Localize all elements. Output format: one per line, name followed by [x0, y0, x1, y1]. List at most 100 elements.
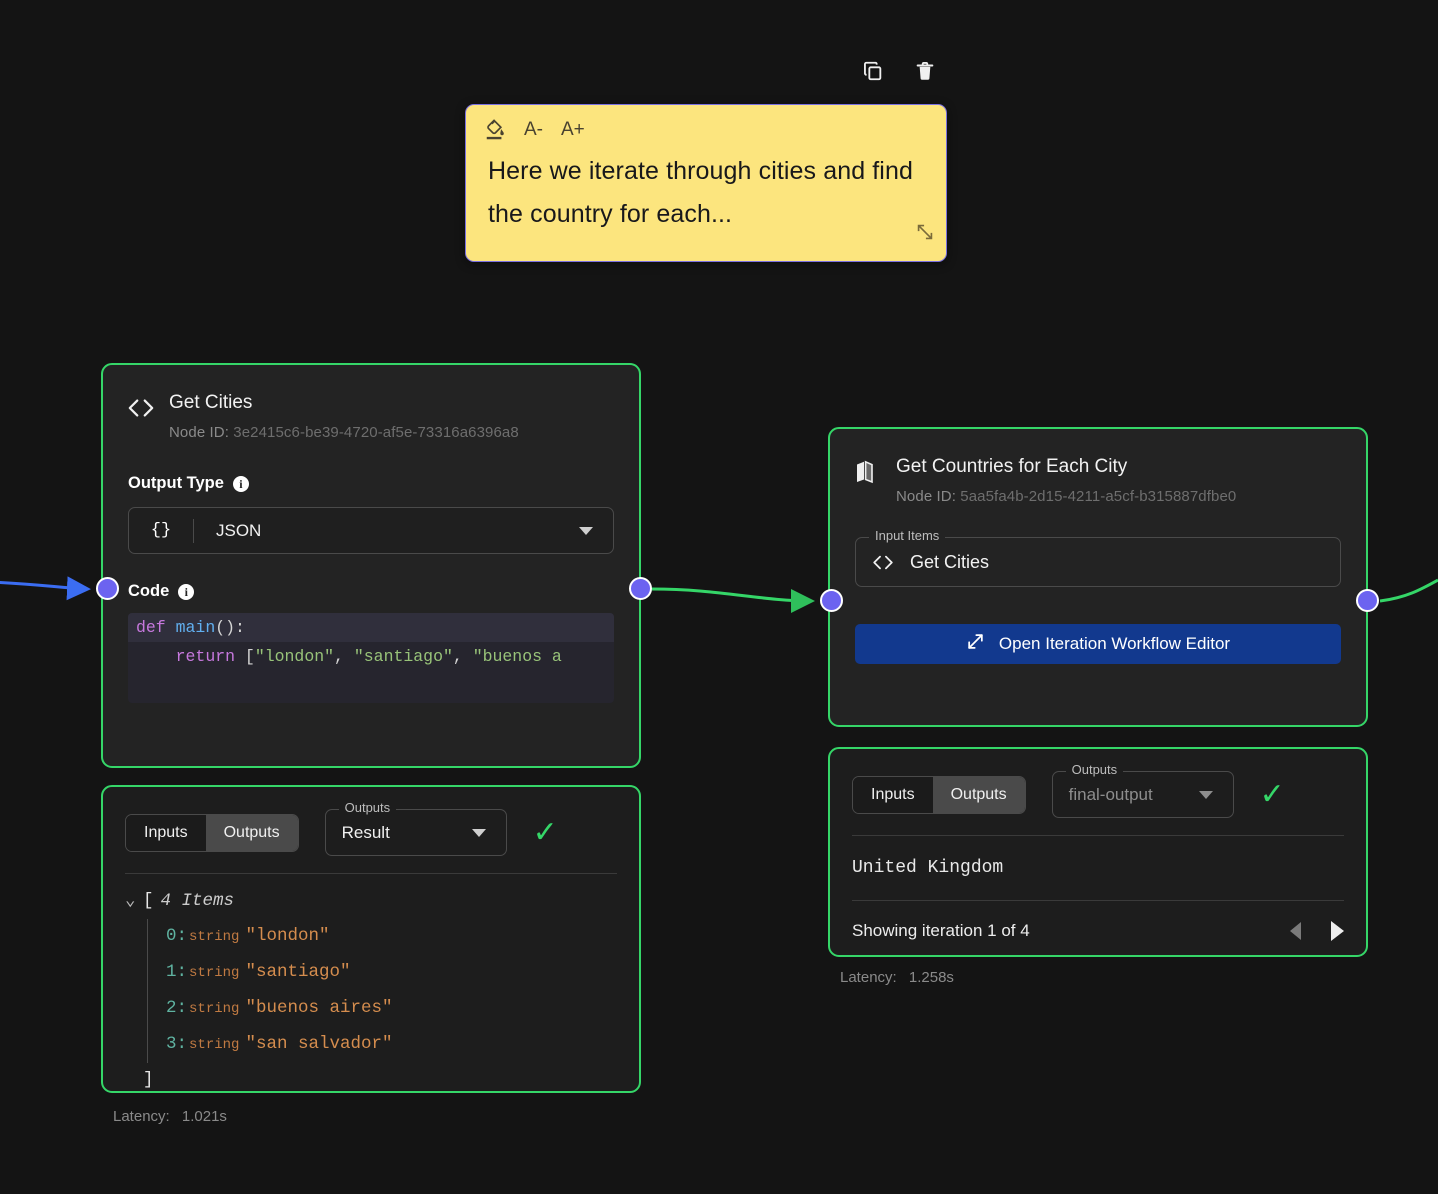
trash-icon	[916, 62, 934, 80]
copy-icon	[864, 61, 882, 81]
output-type-label: Output Type i	[128, 474, 614, 493]
json-row: 0: string "london"	[166, 919, 392, 955]
node-get-countries-output-handle[interactable]	[1356, 589, 1379, 612]
delete-button[interactable]	[912, 58, 938, 84]
json-row: 1: string "santiago"	[166, 955, 392, 991]
paint-bucket-icon	[486, 119, 504, 140]
outputs-selector[interactable]: final-output	[1051, 771, 1234, 818]
latency-get-countries: Latency: 1.258s	[840, 969, 954, 986]
sticky-note-resize-handle[interactable]	[914, 221, 936, 243]
node-id-value: 3e2415c6-be39-4720-af5e-73316a6396a8	[233, 424, 519, 441]
json-close-bracket: ]	[143, 1070, 154, 1090]
output-type-value: JSON	[216, 520, 262, 540]
node-get-countries-input-handle[interactable]	[820, 589, 843, 612]
font-decrease-button[interactable]: A-	[524, 119, 543, 141]
json-type: string	[189, 929, 240, 945]
json-index: 1:	[166, 962, 188, 982]
check-icon: ✓	[532, 815, 558, 849]
info-icon[interactable]: i	[178, 583, 195, 600]
previous-iteration-button[interactable]	[1290, 922, 1301, 940]
copy-button[interactable]	[860, 58, 886, 84]
json-index: 2:	[166, 998, 188, 1018]
result-panel-get-cities[interactable]: Inputs Outputs Outputs Result ✓ ⌄ [ 4 It…	[101, 785, 641, 1093]
open-iteration-workflow-editor-button[interactable]: Open Iteration Workflow Editor	[855, 624, 1341, 664]
input-items-legend: Input Items	[869, 528, 946, 543]
outputs-selector[interactable]: Result	[324, 809, 507, 856]
json-index: 3:	[166, 1034, 188, 1054]
outputs-selector-legend: Outputs	[1065, 762, 1124, 777]
tab-inputs[interactable]: Inputs	[853, 776, 933, 813]
outputs-selector-legend: Outputs	[338, 800, 397, 815]
sticky-note-toolbar[interactable]: A- A+	[466, 105, 946, 142]
tab-outputs[interactable]: Outputs	[932, 776, 1025, 813]
outputs-selector-wrap: Outputs final-output	[1051, 762, 1234, 818]
result-panel-toolbar[interactable]: Inputs Outputs Outputs final-output ✓	[830, 749, 1366, 818]
json-root-row[interactable]: ⌄ [ 4 Items	[125, 884, 617, 919]
workflow-canvas[interactable]: A- A+ Here we iterate through cities and…	[0, 0, 1438, 1194]
json-row: 2: string "buenos aires"	[166, 991, 392, 1027]
tab-inputs[interactable]: Inputs	[126, 814, 206, 851]
node-get-cities-output-handle[interactable]	[629, 577, 652, 600]
json-type: string	[189, 1001, 240, 1017]
node-get-cities-title: Get Cities	[169, 392, 253, 413]
code-label: Code i	[128, 582, 614, 601]
output-type-select[interactable]: {} JSON	[128, 507, 614, 554]
latency-value: 1.258s	[908, 969, 954, 986]
node-get-countries-id: Node ID: 5aa5fa4b-2d15-4211-a5cf-b315887…	[896, 488, 1237, 505]
json-type: string	[189, 965, 240, 981]
code-line: return ["london", "santiago", "buenos a	[175, 647, 562, 666]
outputs-selector-wrap: Outputs Result	[324, 800, 507, 856]
chevron-expanded-icon[interactable]: ⌄	[125, 884, 143, 919]
result-panel-get-countries[interactable]: Inputs Outputs Outputs final-output ✓ Un…	[828, 747, 1368, 957]
node-get-countries[interactable]: Get Countries for Each City Node ID: 5aa…	[828, 427, 1368, 727]
result-panel-toolbar[interactable]: Inputs Outputs Outputs Result ✓	[103, 787, 639, 856]
resize-diagonal-icon	[917, 224, 933, 240]
json-value: "buenos aires"	[245, 998, 393, 1018]
json-value: "london"	[245, 926, 330, 946]
io-tabs[interactable]: Inputs Outputs	[125, 813, 299, 852]
tab-outputs[interactable]: Outputs	[205, 814, 298, 851]
next-iteration-button[interactable]	[1331, 921, 1344, 941]
node-get-countries-header: Get Countries for Each City Node ID: 5aa…	[830, 429, 1366, 505]
input-items-select[interactable]: Get Cities	[855, 537, 1341, 587]
chevron-down-icon[interactable]	[471, 828, 486, 837]
json-row: 3: string "san salvador"	[166, 1027, 392, 1063]
json-value: "santiago"	[245, 962, 351, 982]
sticky-note-text[interactable]: Here we iterate through cities and find …	[466, 142, 946, 236]
sticky-note[interactable]: A- A+ Here we iterate through cities and…	[465, 104, 947, 262]
code-editor[interactable]: def main(): return ["london", "santiago"…	[128, 613, 614, 703]
json-open-bracket: [	[143, 891, 154, 911]
node-get-cities-input-handle[interactable]	[96, 577, 119, 600]
code-brackets-icon	[127, 394, 155, 422]
outputs-selector-value: Result	[341, 822, 390, 842]
code-line: def main():	[128, 613, 614, 642]
open-iteration-workflow-editor-label: Open Iteration Workflow Editor	[998, 634, 1231, 653]
iteration-status: Showing iteration 1 of 4	[852, 921, 1030, 940]
json-braces-icon: {}	[150, 521, 172, 540]
json-index: 0:	[166, 926, 188, 946]
json-item-count: 4 Items	[160, 891, 235, 911]
code-brackets-icon	[856, 555, 894, 570]
node-get-cities[interactable]: Get Cities Node ID: 3e2415c6-be39-4720-a…	[101, 363, 641, 768]
expand-diagonal-icon	[966, 632, 985, 656]
map-icon	[854, 458, 882, 486]
io-tabs[interactable]: Inputs Outputs	[852, 775, 1026, 814]
iteration-arrows[interactable]	[1290, 921, 1344, 941]
input-items-wrap: Input Items Get Cities	[855, 528, 1341, 587]
iteration-nav[interactable]: Showing iteration 1 of 4	[830, 901, 1366, 941]
iteration-output-value: United Kingdom	[852, 858, 1004, 878]
info-icon[interactable]: i	[232, 475, 249, 492]
json-type: string	[189, 1037, 240, 1053]
outputs-selector-value: final-output	[1068, 784, 1153, 804]
input-items-value: Get Cities	[910, 551, 990, 572]
chevron-down-icon[interactable]	[1198, 790, 1213, 799]
node-get-cities-id: Node ID: 3e2415c6-be39-4720-af5e-73316a6…	[169, 424, 519, 441]
chevron-down-icon[interactable]	[579, 526, 593, 535]
json-output-viewer[interactable]: ⌄ [ 4 Items 0: string "london" 1: string…	[103, 874, 639, 1098]
font-increase-button[interactable]: A+	[561, 119, 585, 141]
json-value: "san salvador"	[245, 1034, 393, 1054]
node-get-cities-header: Get Cities Node ID: 3e2415c6-be39-4720-a…	[103, 365, 639, 441]
fill-color-button[interactable]	[484, 118, 506, 142]
note-toolbar[interactable]	[860, 58, 938, 84]
latency-get-cities: Latency: 1.021s	[113, 1108, 227, 1125]
